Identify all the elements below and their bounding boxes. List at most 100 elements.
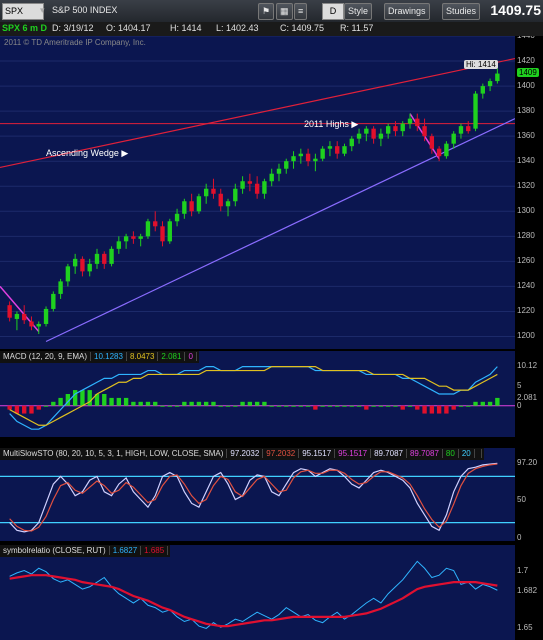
price-candle-body	[43, 308, 49, 324]
macd-histogram-bar	[167, 405, 172, 407]
grid-icon[interactable]: ▦	[276, 3, 293, 20]
price-tick-label: 1420	[517, 56, 535, 66]
macd-avg-value: 8.0473	[126, 352, 159, 361]
stochastic-tick-label: 97.20	[517, 458, 538, 468]
flag-icon[interactable]: ⚑	[258, 3, 275, 20]
macd-histogram-bar	[436, 405, 442, 414]
price-candle-body	[72, 258, 78, 267]
price-candle-body	[269, 173, 274, 182]
macd-histogram-bar	[480, 401, 485, 406]
sto-value-7: 80	[442, 449, 459, 458]
price-candle-body	[182, 201, 187, 214]
price-candle-body	[495, 73, 500, 82]
macd-histogram-bar	[400, 405, 405, 410]
ratio-panel[interactable]: symbolrelatio (CLOSE, RUT) 1.6827 1.685	[0, 545, 515, 640]
price-candle-body	[131, 236, 136, 239]
macd-histogram-bar	[145, 401, 151, 406]
macd-histogram-bar	[262, 401, 267, 406]
chart-toolbar: SPX ▾ S&P 500 INDEX ⚑ ▦ ≡ D Style Drawin…	[0, 0, 543, 23]
last-price-tag: 1409	[517, 67, 539, 77]
stochastic-tick-label: 50	[517, 494, 526, 504]
style-label: Style	[348, 6, 369, 16]
sto-study-name: MultiSlowSTO (80, 20, 10, 5, 3, 1, HIGH,…	[0, 449, 228, 458]
macd-histogram-bar	[422, 405, 427, 414]
ratio-tick-label: 1.65	[517, 623, 533, 633]
macd-histogram-bar	[466, 405, 471, 407]
price-candle-body	[87, 263, 92, 272]
price-candle-body	[487, 81, 493, 87]
price-candle-body	[58, 281, 63, 294]
price-tick-label: 1440	[517, 36, 535, 40]
macd-histogram-bar	[429, 405, 435, 414]
stochastic-series-k	[9, 462, 498, 533]
symbol-dropdown-icon[interactable]: ▾	[40, 3, 45, 18]
price-candle-body	[400, 123, 405, 132]
macd-panel[interactable]: MACD (12, 20, 9, EMA) 10.1283 8.0473 2.081 0	[0, 351, 515, 437]
price-candle-body	[247, 181, 253, 184]
price-candle-body	[196, 196, 202, 212]
price-candle-body	[123, 236, 129, 242]
macd-histogram-bar	[342, 405, 347, 407]
ratio-title: symbolrelatio (CLOSE, RUT) 1.6827 1.685	[0, 545, 171, 557]
macd-histogram-bar	[123, 397, 129, 406]
stochastic-panel[interactable]: MultiSlowSTO (80, 20, 10, 5, 3, 1, HIGH,…	[0, 448, 515, 541]
macd-axis: 10.12 5 2.081 0	[515, 351, 543, 437]
macd-histogram-bar	[131, 401, 136, 406]
price-candle-body	[225, 201, 231, 207]
bar-low: L: 1402.43	[216, 23, 259, 33]
macd-histogram-bar	[225, 405, 231, 407]
ratio-axis: 1.7 1.682 1.65	[515, 545, 543, 640]
macd-histogram-bar	[451, 405, 456, 410]
macd-histogram-bar	[487, 401, 493, 406]
macd-histogram-bar	[444, 405, 449, 414]
macd-histogram-bar	[349, 405, 354, 407]
ratio-series-ratio	[9, 560, 498, 629]
macd-histogram-bar	[116, 397, 122, 406]
stochastic-title: MultiSlowSTO (80, 20, 10, 5, 3, 1, HIGH,…	[0, 448, 484, 460]
macd-histogram-bar	[276, 405, 282, 407]
stochastic-chart	[0, 462, 515, 533]
price-tick-label: 1380	[517, 106, 535, 116]
price-candle-body	[276, 168, 282, 174]
ratio-tick-label: 1.7	[517, 565, 529, 575]
stochastic-axis: 97.20 50 0	[515, 448, 543, 541]
macd-histogram-bar	[211, 401, 216, 406]
style-button[interactable]: Style	[344, 3, 373, 20]
symbol-input[interactable]: SPX	[2, 3, 44, 20]
menu-icon[interactable]: ≡	[294, 3, 308, 20]
timeframe-button[interactable]: D	[322, 3, 344, 20]
price-candle-body	[240, 181, 245, 189]
drawings-button[interactable]: Drawings	[384, 3, 430, 20]
macd-histogram-bar	[102, 394, 107, 406]
macd-histogram-bar	[174, 405, 180, 407]
price-candle-body	[80, 258, 85, 272]
index-name: S&P 500 INDEX	[52, 5, 118, 15]
macd-histogram-bar	[298, 405, 303, 407]
wedge-label: Ascending Wedge ▶	[46, 148, 128, 159]
price-candle-body	[102, 253, 107, 264]
price-candle-body	[204, 188, 209, 197]
macd-diff-value: 2.081	[158, 352, 186, 361]
chart-id: SPX 6 m D	[2, 23, 48, 33]
macd-histogram-bar	[335, 405, 340, 407]
price-candle-body	[305, 153, 311, 162]
price-candle-body	[138, 236, 143, 239]
price-candle-body	[444, 143, 449, 157]
studies-button[interactable]: Studies	[442, 3, 481, 20]
stochastic-tick-label: 0	[517, 533, 522, 541]
macd-histogram-bar	[320, 405, 325, 407]
macd-histogram-bar	[313, 405, 318, 410]
price-candle-body	[65, 266, 71, 282]
ratio-chart	[9, 560, 498, 629]
ratio-tick-label: 1.682	[517, 585, 538, 595]
macd-histogram-bar	[240, 401, 245, 406]
price-candle-body	[385, 126, 391, 134]
price-panel[interactable]: 2011 © TD Ameritrade IP Company, Inc. As…	[0, 36, 515, 349]
price-candle-body	[160, 226, 165, 242]
price-candle-body	[218, 193, 223, 207]
ratio-value: 1.6827	[109, 546, 142, 555]
macd-histogram-bar	[378, 405, 384, 407]
price-candle-body	[7, 305, 12, 318]
price-candle-body	[29, 321, 34, 327]
sto-value-2: 97.2032	[263, 449, 300, 458]
